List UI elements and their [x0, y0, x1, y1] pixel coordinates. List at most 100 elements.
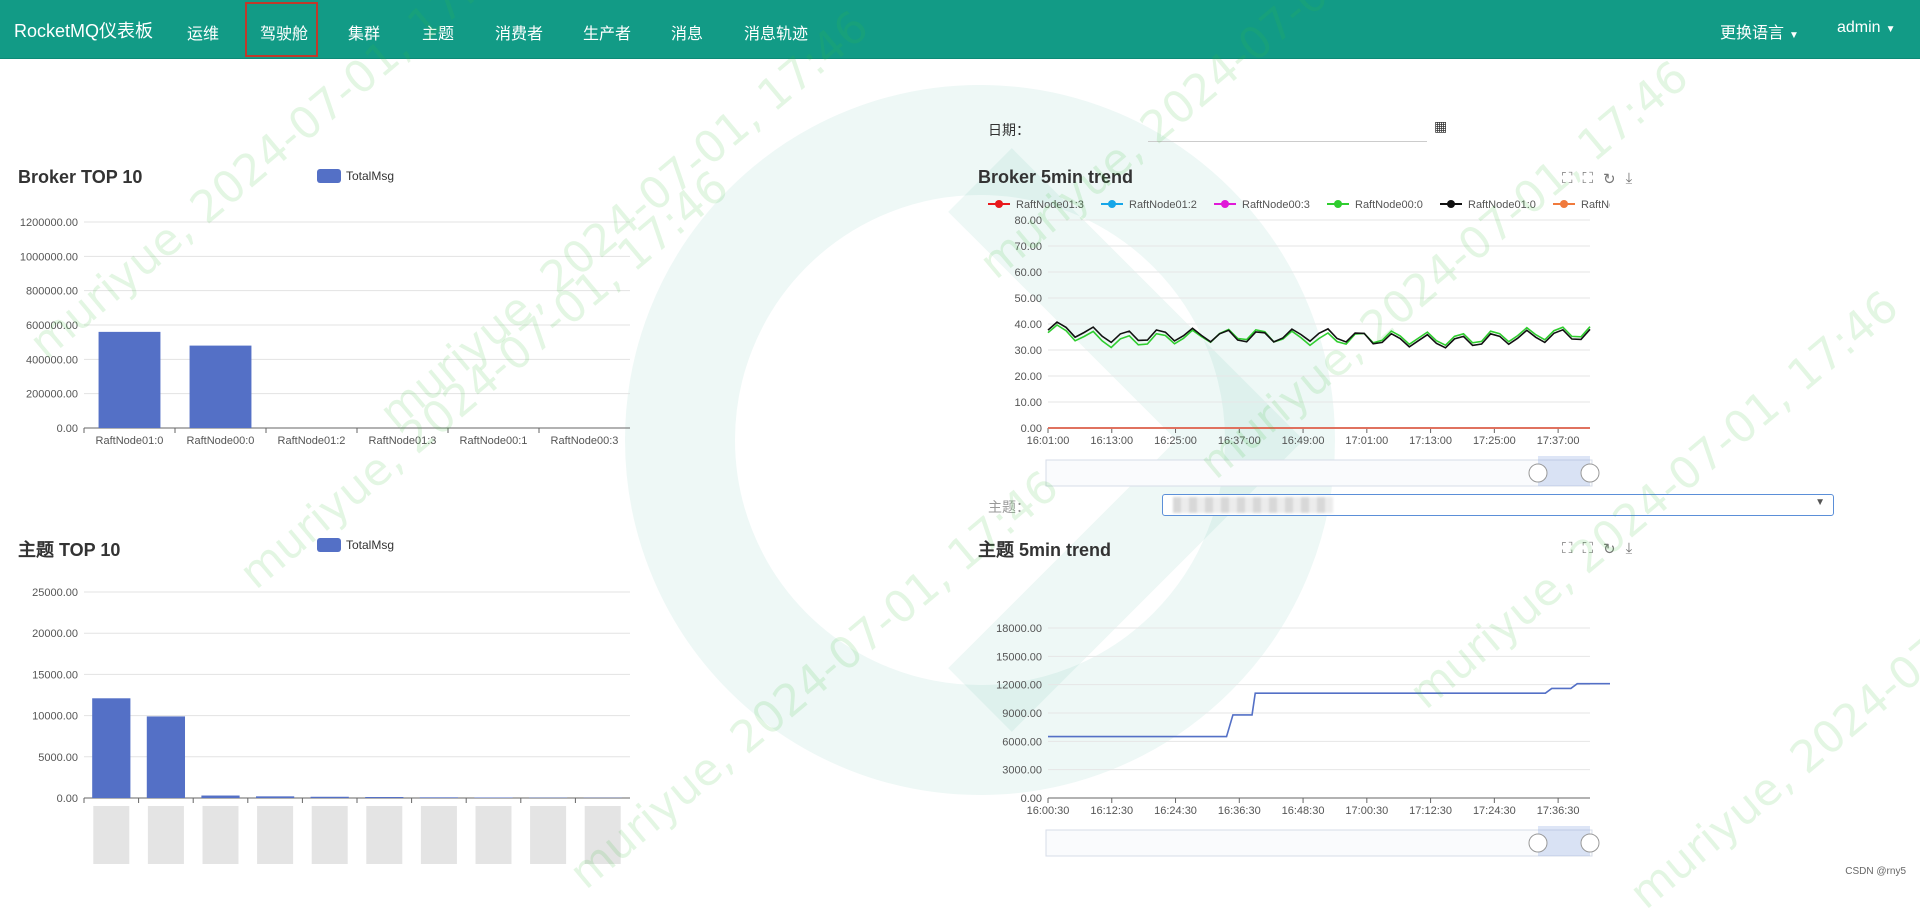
- datazoom-handle: [1581, 834, 1599, 852]
- broker-trend-toolbox: ⛶ ⛶ ↻ ⤓: [1562, 170, 1632, 188]
- x-tick-label: RaftNode00:1: [460, 435, 528, 447]
- y-tick-label: 50.00: [1014, 293, 1042, 305]
- x-tick-label: 17:13:00: [1409, 435, 1452, 447]
- download-icon[interactable]: ⤓: [1626, 540, 1633, 558]
- x-tick-label: 16:00:30: [1027, 805, 1070, 817]
- bar: [365, 797, 403, 798]
- x-tick-label: 16:13:00: [1090, 435, 1133, 447]
- bar: [92, 698, 130, 798]
- y-tick-label: 20.00: [1014, 371, 1042, 383]
- y-tick-label: 1200000.00: [20, 217, 78, 229]
- datazoom-handle: [1529, 464, 1547, 482]
- y-tick-label: 5000.00: [38, 752, 78, 764]
- x-tick-label: 17:01:00: [1345, 435, 1388, 447]
- bar: [256, 796, 294, 798]
- y-tick-label: 10.00: [1014, 397, 1042, 409]
- broker-top-title: Broker TOP 10: [18, 167, 142, 188]
- legend-swatch: [317, 538, 341, 552]
- bar: [147, 716, 185, 798]
- legend-label: RaftNode01:3: [1016, 199, 1084, 211]
- topic-top-chart: 0.00 5000.00 10000.00 15000.00 20000.00 25000…: [0, 570, 650, 870]
- legend-label: RaftNode00:0: [1355, 199, 1423, 211]
- zoom-reset-icon[interactable]: ⛶: [1583, 540, 1594, 558]
- legend-marker: [1447, 200, 1455, 208]
- x-tick-label: 17:25:00: [1473, 435, 1516, 447]
- blurred-label: [148, 806, 184, 864]
- x-tick-label: 16:36:30: [1218, 805, 1261, 817]
- y-tick-label: 40.00: [1014, 319, 1042, 331]
- zoom-icon[interactable]: ⛶: [1562, 170, 1573, 188]
- blurred-label: [257, 806, 293, 864]
- y-tick-label: 1000000.00: [20, 251, 78, 263]
- broker-top-legend[interactable]: TotalMsg: [317, 169, 394, 183]
- y-tick-label: 3000.00: [1002, 765, 1042, 777]
- restore-icon[interactable]: ↻: [1603, 540, 1616, 558]
- datazoom-handle: [1581, 464, 1599, 482]
- restore-icon[interactable]: ↻: [1603, 170, 1616, 188]
- user-dropdown[interactable]: admin▼: [1837, 19, 1895, 37]
- x-tick-label: 17:00:30: [1345, 805, 1388, 817]
- zoom-icon[interactable]: ⛶: [1562, 540, 1573, 558]
- legend-label: RaftNode01:2: [1129, 199, 1197, 211]
- blurred-label: [312, 806, 348, 864]
- datazoom-handle: [1529, 834, 1547, 852]
- nav-cluster[interactable]: 集群: [348, 20, 380, 44]
- user-label: admin: [1837, 19, 1881, 36]
- x-tick-label: 16:01:00: [1027, 435, 1070, 447]
- language-dropdown[interactable]: 更换语言▼: [1720, 19, 1799, 43]
- download-icon[interactable]: ⤓: [1626, 170, 1633, 188]
- legend-marker: [1221, 200, 1229, 208]
- y-tick-label: 10000.00: [32, 711, 78, 723]
- x-tick-label: 17:36:30: [1537, 805, 1580, 817]
- topic-top-legend[interactable]: TotalMsg: [317, 538, 394, 552]
- legend-label: TotalMsg: [346, 538, 394, 552]
- y-tick-label: 6000.00: [1002, 736, 1042, 748]
- y-tick-label: 12000.00: [996, 680, 1042, 692]
- nav-consumer[interactable]: 消费者: [495, 20, 543, 44]
- legend-marker: [1560, 200, 1568, 208]
- blurred-label: [585, 806, 621, 864]
- nav-topic[interactable]: 主题: [422, 20, 454, 44]
- series-line: [1048, 684, 1610, 737]
- y-tick-label: 18000.00: [996, 623, 1042, 635]
- calendar-icon[interactable]: ▦: [1434, 118, 1447, 135]
- datazoom-track: [1046, 830, 1592, 856]
- blurred-label: [366, 806, 402, 864]
- y-tick-label: 15000.00: [32, 669, 78, 681]
- legend-marker: [1334, 200, 1342, 208]
- x-tick-label: 16:25:00: [1154, 435, 1197, 447]
- broker-trend-title: Broker 5min trend: [978, 167, 1133, 188]
- blurred-label: [93, 806, 129, 864]
- nav-message[interactable]: 消息: [671, 20, 703, 44]
- top-navbar: RocketMQ仪表板 运维 驾驶舱 集群 主题 消费者 生产者 消息 消息轨迹…: [0, 0, 1920, 59]
- legend-marker: [995, 200, 1003, 208]
- blurred-label: [421, 806, 457, 864]
- x-tick-label: RaftNode01:3: [369, 435, 437, 447]
- y-tick-label: 0.00: [1021, 423, 1042, 435]
- nav-producer[interactable]: 生产者: [583, 20, 631, 44]
- footer-credit: CSDN @rny5: [1845, 866, 1906, 877]
- topic-top-title: 主题 TOP 10: [18, 536, 120, 562]
- x-tick-label: 16:37:00: [1218, 435, 1261, 447]
- caret-down-icon: ▼: [1815, 497, 1825, 508]
- y-tick-label: 30.00: [1014, 345, 1042, 357]
- y-tick-label: 25000.00: [32, 587, 78, 599]
- date-input[interactable]: [1148, 111, 1427, 142]
- x-tick-label: 16:48:30: [1282, 805, 1325, 817]
- x-tick-label: 17:24:30: [1473, 805, 1516, 817]
- topic-trend-chart: 0.003000.006000.009000.0012000.0015000.0…: [970, 600, 1610, 870]
- y-tick-label: 20000.00: [32, 628, 78, 640]
- blurred-label: [530, 806, 566, 864]
- nav-message-trace[interactable]: 消息轨迹: [744, 20, 808, 44]
- legend-label: RaftNode00:3: [1242, 199, 1310, 211]
- nav-ops[interactable]: 运维: [187, 20, 219, 44]
- bar: [201, 796, 239, 798]
- zoom-reset-icon[interactable]: ⛶: [1583, 170, 1594, 188]
- y-tick-label: 800000.00: [26, 286, 78, 298]
- legend-label: RaftNode01:0: [1468, 199, 1536, 211]
- brand-title[interactable]: RocketMQ仪表板: [14, 17, 153, 43]
- x-tick-label: 17:37:00: [1537, 435, 1580, 447]
- nav-dashboard[interactable]: 驾驶舱: [260, 20, 308, 44]
- bar: [420, 797, 458, 798]
- y-tick-label: 0.00: [57, 793, 78, 805]
